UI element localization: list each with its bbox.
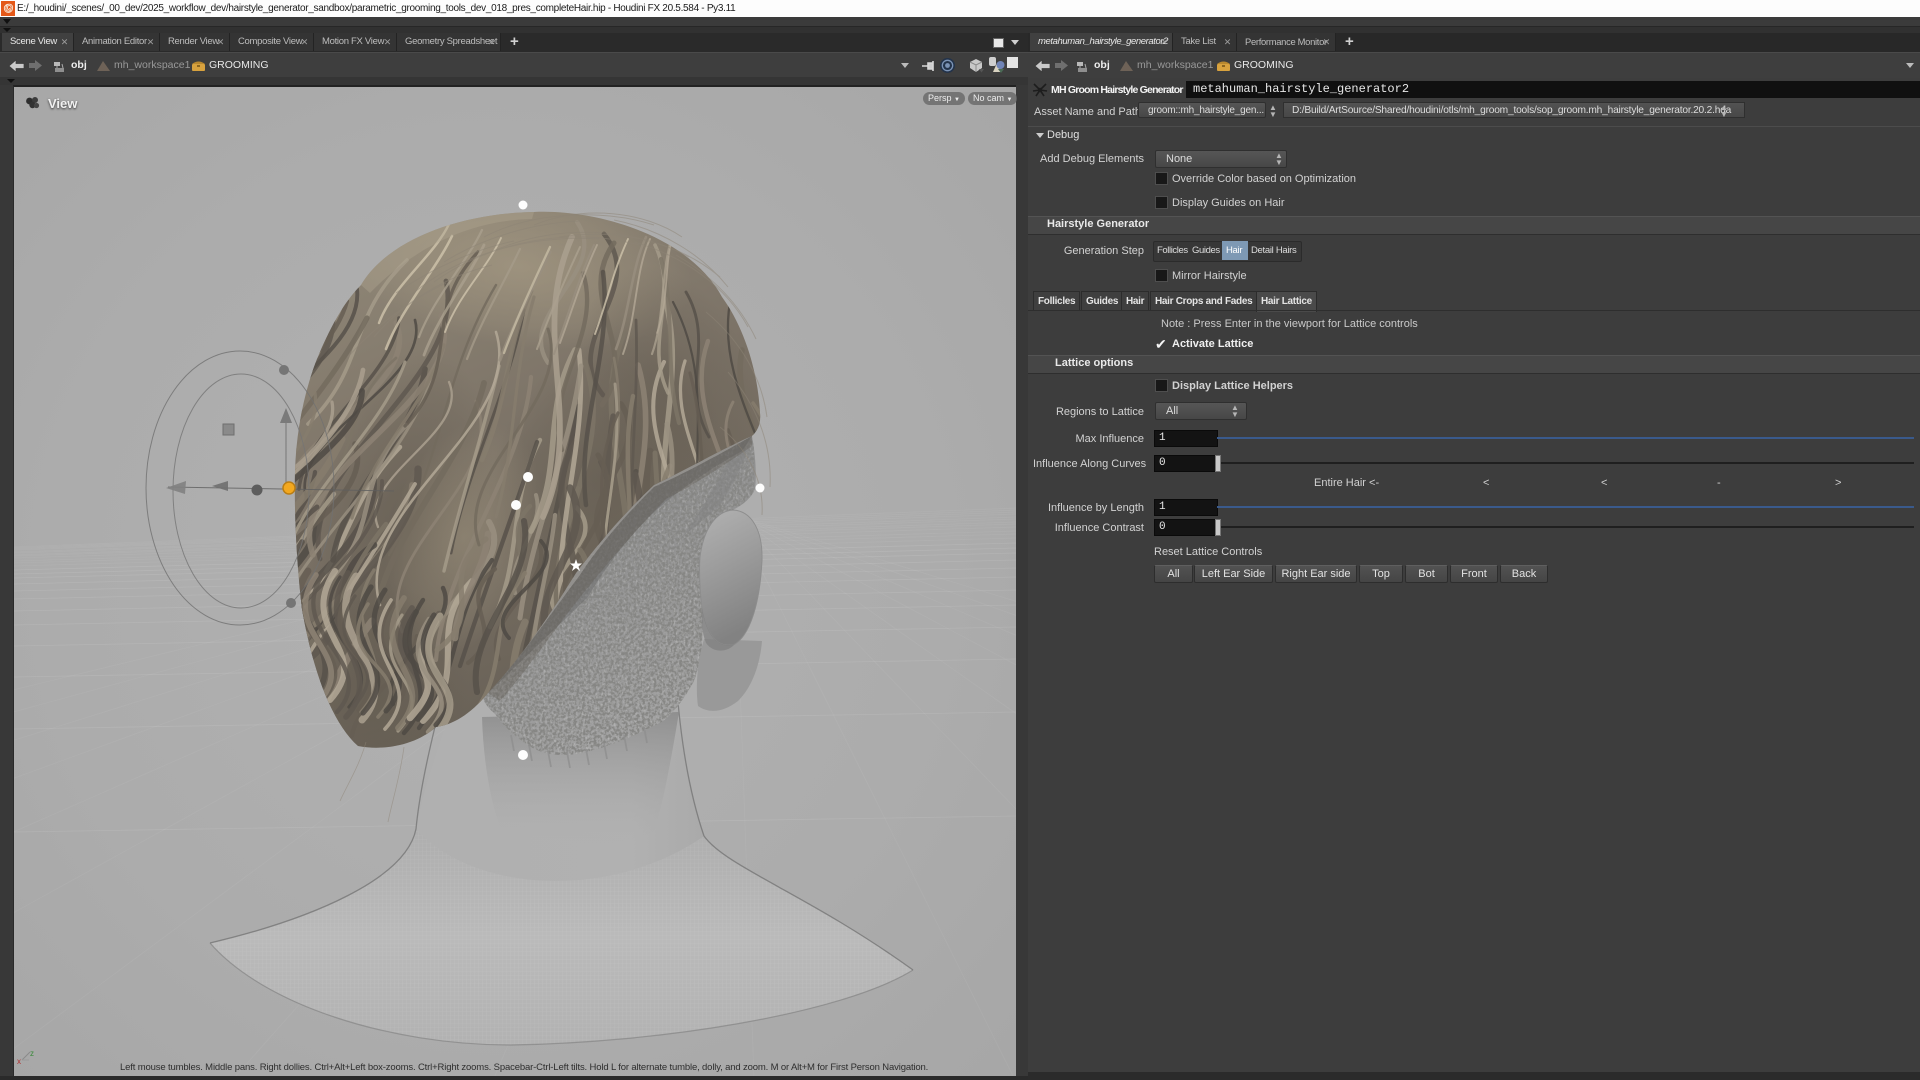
svg-text:z: z: [30, 1049, 34, 1058]
svg-text:x: x: [17, 1057, 21, 1066]
